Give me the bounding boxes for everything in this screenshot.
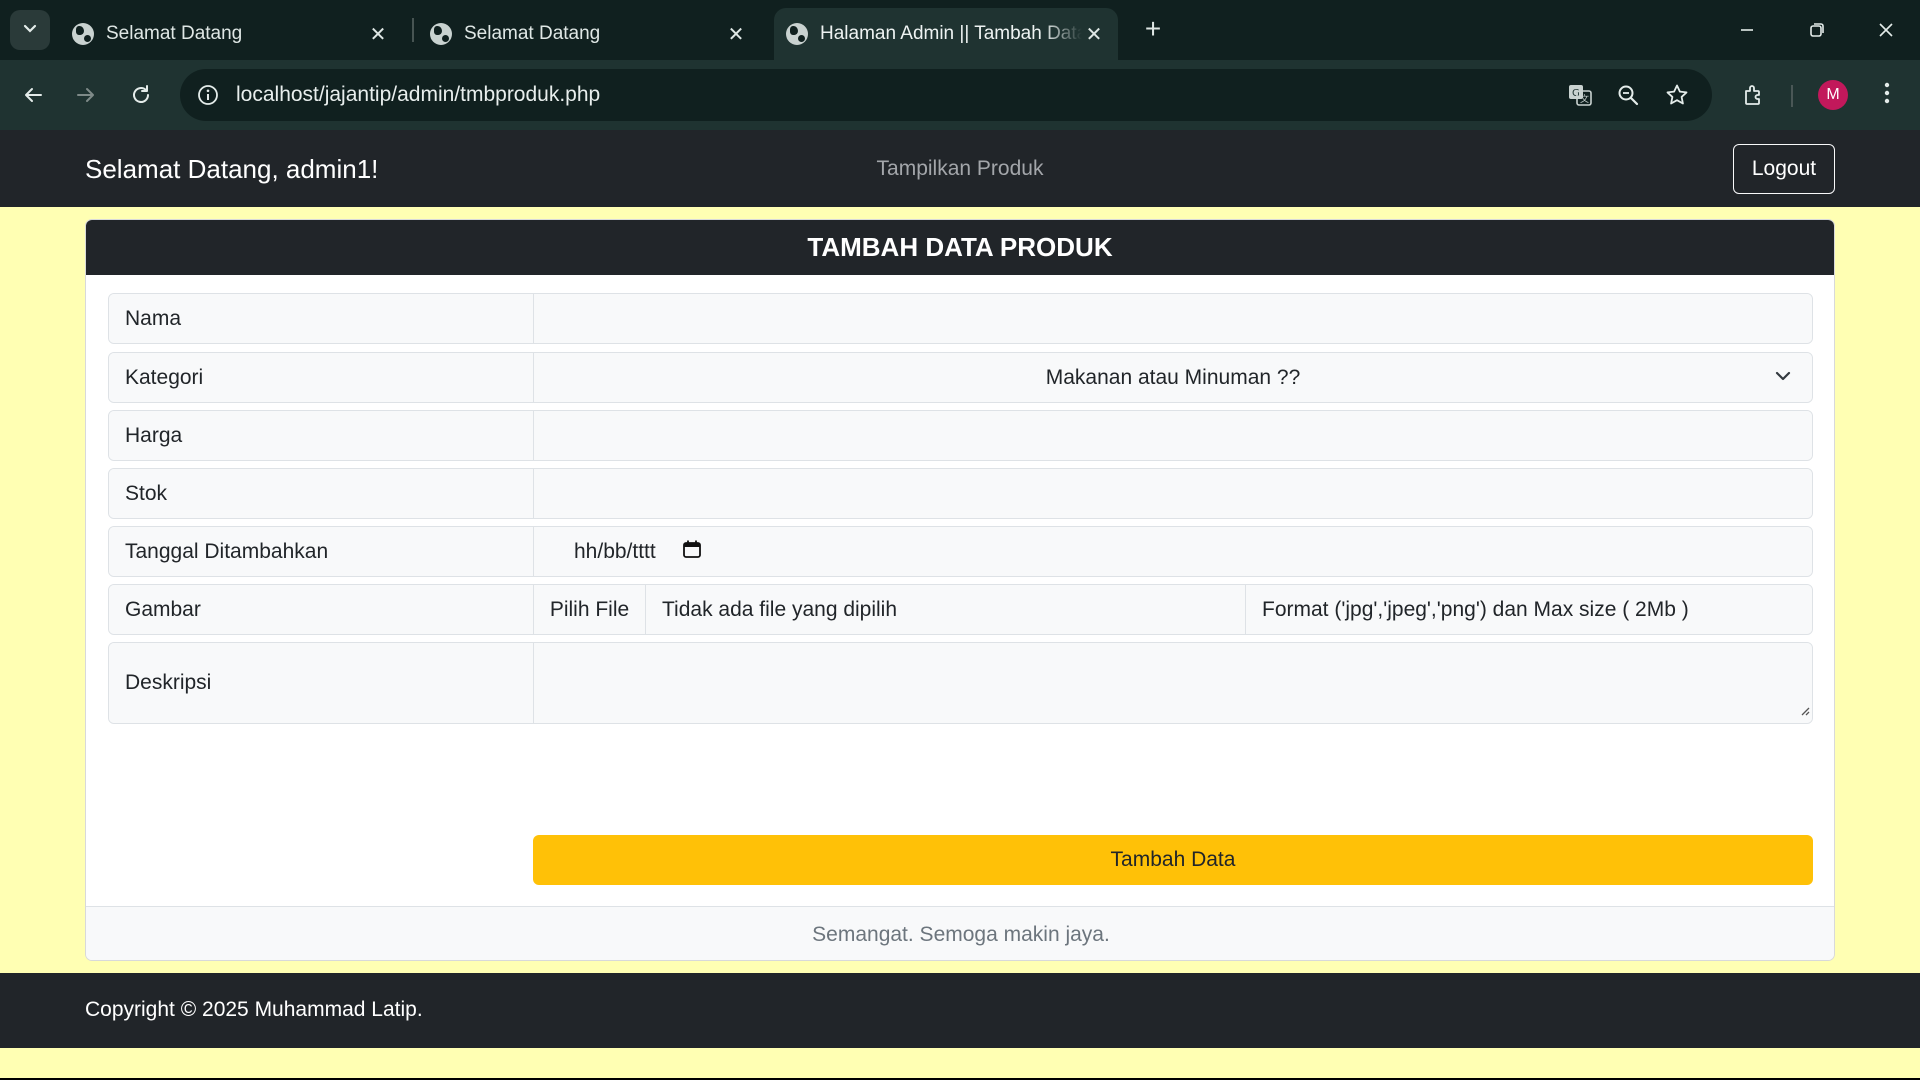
- kategori-row: Kategori Makanan atau Minuman ??: [108, 352, 1813, 403]
- site-info-icon[interactable]: [194, 81, 222, 109]
- gambar-row: Gambar Pilih File Tidak ada file yang di…: [108, 584, 1813, 635]
- more-vertical-icon: [1884, 82, 1890, 109]
- nav-link-label[interactable]: Tampilkan Produk: [877, 157, 1044, 180]
- form-card: TAMBAH DATA PRODUK Nama Kategori Makanan…: [85, 219, 1835, 961]
- browser-menu-button[interactable]: [1867, 75, 1907, 115]
- browser-tab[interactable]: Selamat Datang ✕: [62, 8, 400, 60]
- harga-label: Harga: [109, 411, 534, 460]
- harga-row: Harga: [108, 410, 1813, 461]
- choose-file-button[interactable]: Pilih File: [534, 585, 646, 634]
- chevron-down-icon: [1774, 367, 1792, 391]
- globe-icon: [786, 23, 808, 45]
- form-title: TAMBAH DATA PRODUK: [86, 220, 1834, 275]
- date-placeholder: hh/bb/tttt: [574, 539, 656, 563]
- browser-tab-strip: Selamat Datang ✕ Selamat Datang ✕ Halama…: [0, 0, 1920, 60]
- browser-toolbar: localhost/jajantip/admin/tmbproduk.php G…: [0, 60, 1920, 130]
- nama-label: Nama: [109, 294, 534, 343]
- copyright-text: Copyright © 2025 Muhammad Latip.: [85, 998, 423, 1021]
- tambah-data-button[interactable]: Tambah Data: [533, 835, 1813, 885]
- gambar-label: Gambar: [109, 585, 534, 634]
- close-icon[interactable]: ✕: [724, 22, 748, 47]
- tab-separator: [412, 18, 414, 42]
- svg-text:G: G: [1572, 88, 1580, 99]
- calendar-icon[interactable]: [682, 539, 702, 565]
- reload-button[interactable]: [121, 75, 161, 115]
- new-tab-button[interactable]: +: [1137, 14, 1169, 46]
- stok-label: Stok: [109, 469, 534, 518]
- close-icon[interactable]: ✕: [1082, 22, 1106, 47]
- site-footer: Copyright © 2025 Muhammad Latip.: [0, 973, 1920, 1048]
- back-button[interactable]: [13, 75, 53, 115]
- tab-title: Halaman Admin || Tambah Data: [820, 23, 1082, 44]
- nama-row: Nama: [108, 293, 1813, 344]
- kategori-selected-value: Makanan atau Minuman ??: [1045, 365, 1301, 389]
- avatar: M: [1818, 80, 1848, 110]
- tanggal-date-input[interactable]: hh/bb/tttt: [534, 527, 1812, 576]
- toolbar-divider: [1791, 85, 1793, 107]
- tanggal-row: Tanggal Ditambahkan hh/bb/tttt: [108, 526, 1813, 577]
- deskripsi-row: Deskripsi: [108, 642, 1813, 724]
- globe-icon: [430, 23, 452, 45]
- tab-title: Selamat Datang: [464, 23, 601, 44]
- card-footer-text: Semangat. Semoga makin jaya.: [86, 906, 1834, 960]
- globe-icon: [72, 23, 94, 45]
- nama-input[interactable]: [534, 294, 1812, 343]
- extensions-icon[interactable]: [1734, 75, 1774, 115]
- deskripsi-textarea[interactable]: [534, 643, 1812, 723]
- resize-handle-icon[interactable]: [1798, 703, 1810, 721]
- close-window-button[interactable]: [1866, 12, 1906, 48]
- tab-search-button[interactable]: [10, 10, 50, 50]
- harga-input[interactable]: [534, 411, 1812, 460]
- bookmark-star-icon[interactable]: [1663, 81, 1691, 109]
- tab-title: Selamat Datang: [106, 23, 243, 44]
- deskripsi-label: Deskripsi: [109, 643, 534, 723]
- browser-tab-active[interactable]: Halaman Admin || Tambah Data ✕: [774, 8, 1118, 60]
- logout-button[interactable]: Logout: [1733, 144, 1835, 194]
- zoom-icon[interactable]: [1614, 81, 1642, 109]
- url-text[interactable]: localhost/jajantip/admin/tmbproduk.php: [236, 83, 600, 107]
- file-format-hint: Format ('jpg','jpeg','png') dan Max size…: [1246, 585, 1812, 634]
- kategori-label: Kategori: [109, 353, 534, 402]
- forward-button[interactable]: [66, 75, 106, 115]
- nav-link-tampilkan-produk: Tampilkan Produk: [0, 157, 1920, 181]
- translate-icon[interactable]: G文: [1566, 81, 1594, 109]
- tanggal-label: Tanggal Ditambahkan: [109, 527, 534, 576]
- restore-button[interactable]: [1797, 12, 1837, 48]
- stok-row: Stok: [108, 468, 1813, 519]
- minimize-button[interactable]: [1727, 12, 1767, 48]
- profile-button[interactable]: M: [1813, 75, 1853, 115]
- file-status: Tidak ada file yang dipilih: [646, 585, 1246, 634]
- browser-tab[interactable]: Selamat Datang ✕: [420, 8, 758, 60]
- site-navbar: Selamat Datang, admin1! Tampilkan Produk…: [0, 130, 1920, 207]
- address-bar[interactable]: localhost/jajantip/admin/tmbproduk.php G…: [180, 69, 1712, 121]
- close-icon[interactable]: ✕: [366, 22, 390, 47]
- stok-input[interactable]: [534, 469, 1812, 518]
- chevron-down-icon: [22, 20, 38, 41]
- svg-text:文: 文: [1580, 93, 1589, 105]
- kategori-select[interactable]: Makanan atau Minuman ??: [534, 353, 1812, 402]
